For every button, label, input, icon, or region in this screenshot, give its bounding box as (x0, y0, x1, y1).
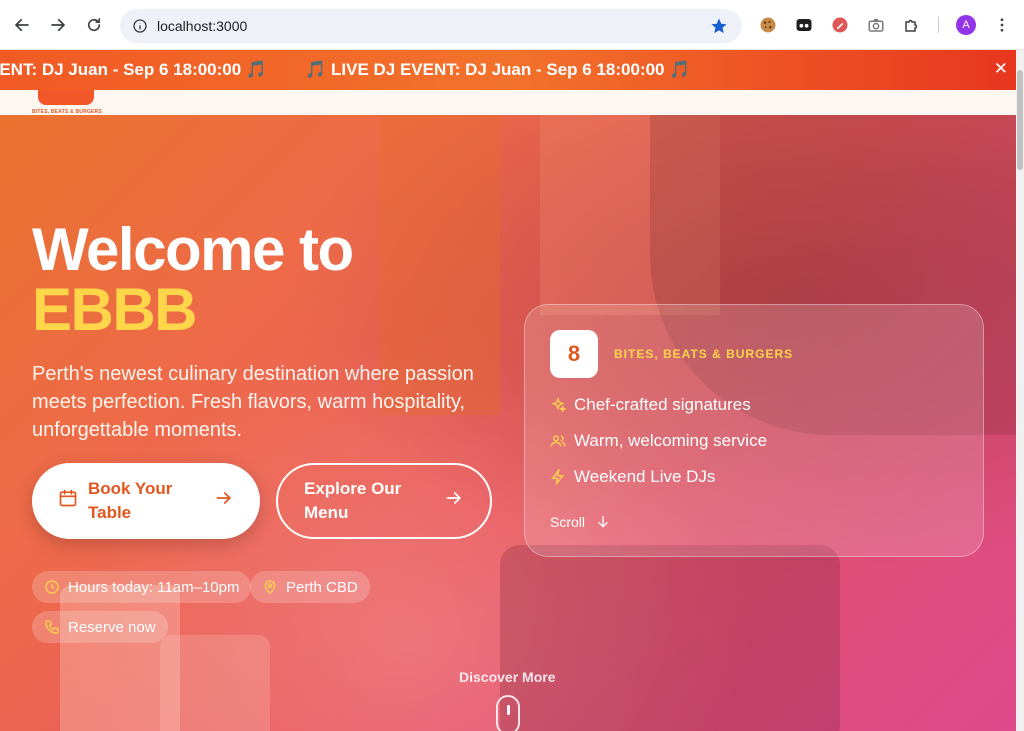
arrow-down-icon (595, 514, 611, 530)
profile-initial: A (956, 15, 976, 35)
logo-badge: 8 (550, 330, 598, 378)
url-text: localhost:3000 (157, 18, 248, 34)
book-table-button[interactable]: Book Your Table (32, 463, 260, 539)
hero-title-line: Welcome to (32, 216, 354, 283)
toolbar-divider (938, 17, 939, 33)
explore-menu-button[interactable]: Explore Our Menu (276, 463, 492, 539)
kebab-menu-icon[interactable] (992, 15, 1012, 35)
reserve-chip[interactable]: Reserve now (32, 611, 168, 643)
close-announcement-button[interactable]: ✕ (994, 59, 1008, 79)
lightning-icon (550, 469, 574, 485)
scroll-mouse-icon[interactable] (496, 695, 520, 731)
phone-icon (44, 619, 60, 635)
cookie-extension-icon[interactable] (758, 15, 778, 35)
puzzle-extensions-icon[interactable] (902, 15, 922, 35)
hours-chip: Hours today: 11am–10pm (32, 571, 252, 603)
feature-item: Warm, welcoming service (550, 431, 767, 451)
profile-avatar[interactable]: A (956, 15, 976, 35)
book-table-label: Book Your Table (88, 479, 173, 522)
hero-section: Welcome to EBBB Perth's newest culinary … (0, 115, 1016, 731)
mouse-wheel (507, 705, 510, 715)
background-photo-shape (160, 635, 270, 731)
arrow-right-icon (444, 488, 464, 515)
hero-title-brand: EBBB (32, 276, 198, 343)
clock-icon (44, 579, 60, 595)
feature-item: Chef-crafted signatures (550, 395, 751, 415)
scroll-label: Scroll (550, 514, 586, 530)
hero-content: Welcome to EBBB Perth's newest culinary … (32, 220, 512, 444)
announcement-bar: VENT: DJ Juan - Sep 6 18:00:00 🎵 🎵 LIVE D… (0, 50, 1016, 90)
hero-subtitle: Perth's newest culinary destination wher… (32, 363, 474, 441)
hours-text: Hours today: 11am–10pm (68, 578, 240, 596)
feature-text: Weekend Live DJs (574, 467, 716, 486)
scroll-link[interactable]: Scroll (550, 514, 611, 530)
announcement-marquee: VENT: DJ Juan - Sep 6 18:00:00 🎵 🎵 LIVE D… (0, 60, 728, 80)
background-photo-shape (500, 545, 840, 731)
explore-menu-label: Explore Our Menu (304, 479, 402, 522)
announcement-text: VENT: DJ Juan - Sep 6 18:00:00 🎵 (0, 60, 268, 79)
location-text: Perth CBD (286, 578, 358, 596)
page-scrollbar[interactable] (1016, 50, 1024, 731)
address-bar[interactable]: localhost:3000 (120, 9, 742, 43)
glasses-extension-icon[interactable] (794, 15, 814, 35)
location-chip: Perth CBD (250, 571, 370, 603)
pen-extension-icon[interactable] (830, 15, 850, 35)
reserve-text: Reserve now (68, 618, 156, 636)
forward-icon[interactable] (46, 13, 70, 37)
browser-chrome: localhost:3000 A (0, 0, 1024, 50)
announcement-text: 🎵 LIVE DJ EVENT: DJ Juan - Sep 6 18:00:0… (305, 60, 691, 79)
scrollbar-thumb[interactable] (1017, 70, 1023, 170)
site-info-icon[interactable] (132, 18, 148, 39)
logo[interactable] (38, 90, 94, 105)
camera-extension-icon[interactable] (866, 15, 886, 35)
feature-card: 8 BITES, BEATS & BURGERS Chef-crafted si… (524, 304, 984, 557)
hero-title: Welcome to EBBB (32, 220, 512, 340)
map-pin-icon (262, 579, 278, 595)
back-icon[interactable] (10, 13, 34, 37)
feature-text: Warm, welcoming service (574, 431, 768, 450)
reload-icon[interactable] (82, 13, 106, 37)
calendar-icon (58, 488, 78, 515)
discover-more-text[interactable]: Discover More (459, 669, 555, 685)
card-brand: BITES, BEATS & BURGERS (614, 347, 794, 361)
bookmark-star-icon[interactable] (710, 17, 728, 40)
users-icon (550, 433, 574, 449)
arrow-right-icon (214, 488, 234, 515)
site-header: BITES, BEATS & BURGERS (0, 90, 1016, 115)
feature-text: Chef-crafted signatures (574, 395, 751, 414)
feature-item: Weekend Live DJs (550, 467, 715, 487)
sparkles-icon (550, 397, 574, 413)
